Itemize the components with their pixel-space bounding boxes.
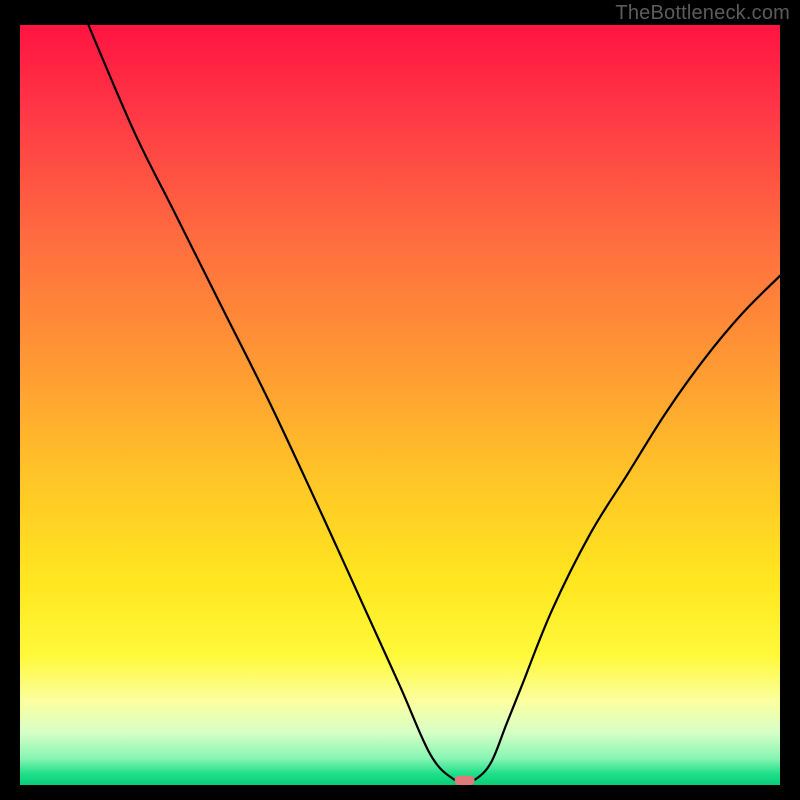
bottleneck-chart (20, 25, 780, 785)
optimal-marker (455, 776, 475, 785)
watermark-text: TheBottleneck.com (615, 2, 790, 25)
chart-frame: TheBottleneck.com (0, 0, 800, 800)
gradient-background (20, 25, 780, 785)
